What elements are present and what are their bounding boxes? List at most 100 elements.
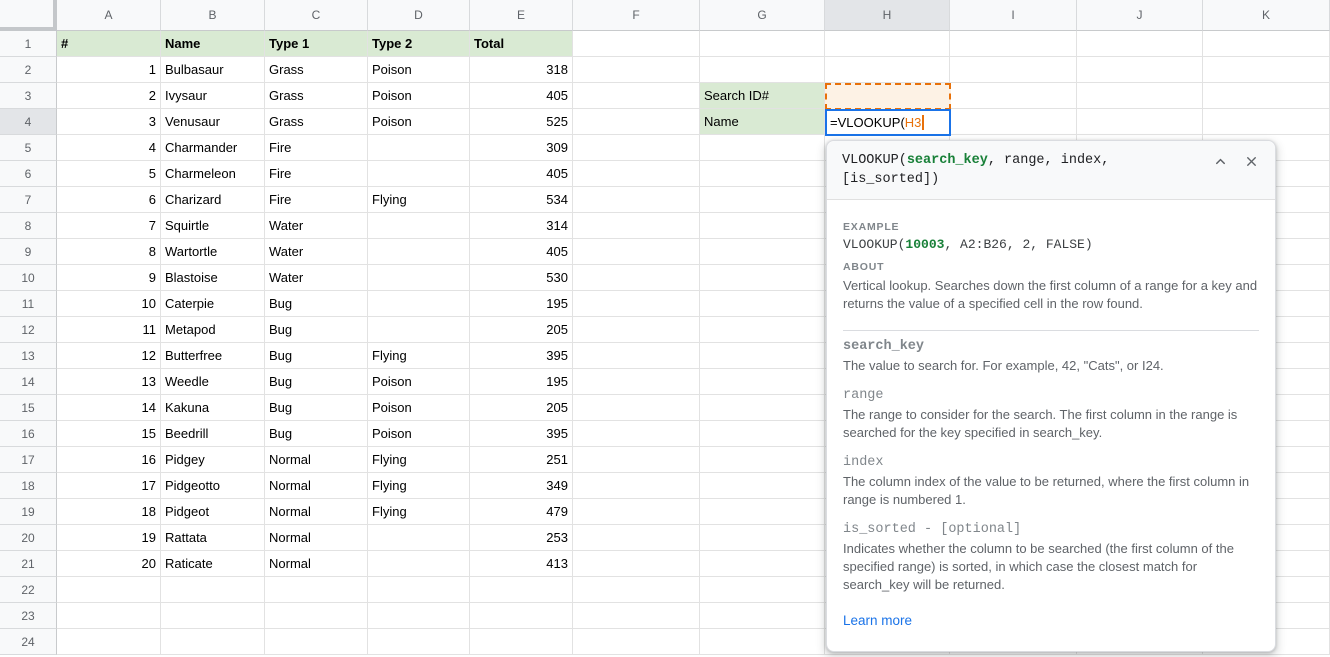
cell-A20[interactable]: 19 [57,525,161,551]
cell-G21[interactable] [700,551,825,577]
cell-B17[interactable]: Pidgey [161,447,265,473]
cell-A5[interactable]: 4 [57,135,161,161]
cell-I2[interactable] [950,57,1077,83]
cell-D13[interactable]: Flying [368,343,470,369]
cell-E7[interactable]: 534 [470,187,573,213]
column-header-F[interactable]: F [573,0,700,31]
cell-D5[interactable] [368,135,470,161]
cell-F6[interactable] [573,161,700,187]
cell-F4[interactable] [573,109,700,135]
select-all-corner[interactable] [0,0,57,31]
cell-C8[interactable]: Water [265,213,368,239]
cell-E15[interactable]: 205 [470,395,573,421]
cell-G23[interactable] [700,603,825,629]
row-header-14[interactable]: 14 [0,369,57,395]
cell-F12[interactable] [573,317,700,343]
cell-C17[interactable]: Normal [265,447,368,473]
cell-C5[interactable]: Fire [265,135,368,161]
cell-E12[interactable]: 205 [470,317,573,343]
cell-G9[interactable] [700,239,825,265]
row-header-10[interactable]: 10 [0,265,57,291]
cell-E19[interactable]: 479 [470,499,573,525]
cell-A7[interactable]: 6 [57,187,161,213]
cell-B5[interactable]: Charmander [161,135,265,161]
row-header-22[interactable]: 22 [0,577,57,603]
row-header-13[interactable]: 13 [0,343,57,369]
cell-J2[interactable] [1077,57,1203,83]
cell-E10[interactable]: 530 [470,265,573,291]
cell-D9[interactable] [368,239,470,265]
column-header-J[interactable]: J [1077,0,1203,31]
cell-A18[interactable]: 17 [57,473,161,499]
cell-C24[interactable] [265,629,368,655]
cell-G10[interactable] [700,265,825,291]
cell-F17[interactable] [573,447,700,473]
cell-G14[interactable] [700,369,825,395]
cell-C1[interactable]: Type 1 [265,31,368,57]
cell-B24[interactable] [161,629,265,655]
cell-C16[interactable]: Bug [265,421,368,447]
cell-C20[interactable]: Normal [265,525,368,551]
cell-G6[interactable] [700,161,825,187]
cell-E14[interactable]: 195 [470,369,573,395]
cell-A12[interactable]: 11 [57,317,161,343]
cell-G20[interactable] [700,525,825,551]
cell-B21[interactable]: Raticate [161,551,265,577]
cell-F9[interactable] [573,239,700,265]
cell-D19[interactable]: Flying [368,499,470,525]
cell-E3[interactable]: 405 [470,83,573,109]
cell-D20[interactable] [368,525,470,551]
cell-D24[interactable] [368,629,470,655]
cell-D2[interactable]: Poison [368,57,470,83]
formula-cell-editor[interactable]: =VLOOKUP(H3 [825,109,951,136]
cell-A14[interactable]: 13 [57,369,161,395]
cell-E11[interactable]: 195 [470,291,573,317]
cell-H2[interactable] [825,57,950,83]
cell-B11[interactable]: Caterpie [161,291,265,317]
cell-G4[interactable]: Name [700,109,825,135]
cell-A2[interactable]: 1 [57,57,161,83]
cell-B9[interactable]: Wartortle [161,239,265,265]
cell-A8[interactable]: 7 [57,213,161,239]
row-header-15[interactable]: 15 [0,395,57,421]
cell-D4[interactable]: Poison [368,109,470,135]
cell-C2[interactable]: Grass [265,57,368,83]
cell-B7[interactable]: Charizard [161,187,265,213]
cell-G19[interactable] [700,499,825,525]
cell-C4[interactable]: Grass [265,109,368,135]
cell-F15[interactable] [573,395,700,421]
cell-G12[interactable] [700,317,825,343]
cell-F18[interactable] [573,473,700,499]
cell-F21[interactable] [573,551,700,577]
referenced-cell-h3-highlight[interactable] [825,83,951,110]
cell-H1[interactable] [825,31,950,57]
column-header-D[interactable]: D [368,0,470,31]
cell-F24[interactable] [573,629,700,655]
cell-A21[interactable]: 20 [57,551,161,577]
cell-D21[interactable] [368,551,470,577]
cell-B4[interactable]: Venusaur [161,109,265,135]
collapse-icon[interactable] [1213,154,1228,169]
cell-D16[interactable]: Poison [368,421,470,447]
cell-B23[interactable] [161,603,265,629]
cell-C3[interactable]: Grass [265,83,368,109]
cell-D23[interactable] [368,603,470,629]
cell-A13[interactable]: 12 [57,343,161,369]
cell-B2[interactable]: Bulbasaur [161,57,265,83]
row-header-11[interactable]: 11 [0,291,57,317]
column-header-I[interactable]: I [950,0,1077,31]
cell-E17[interactable]: 251 [470,447,573,473]
cell-G3[interactable]: Search ID# [700,83,825,109]
row-header-23[interactable]: 23 [0,603,57,629]
cell-G15[interactable] [700,395,825,421]
cell-E9[interactable]: 405 [470,239,573,265]
cell-K2[interactable] [1203,57,1330,83]
cell-E8[interactable]: 314 [470,213,573,239]
cell-B22[interactable] [161,577,265,603]
cell-D14[interactable]: Poison [368,369,470,395]
column-header-B[interactable]: B [161,0,265,31]
cell-B18[interactable]: Pidgeotto [161,473,265,499]
cell-F23[interactable] [573,603,700,629]
row-header-6[interactable]: 6 [0,161,57,187]
column-header-C[interactable]: C [265,0,368,31]
